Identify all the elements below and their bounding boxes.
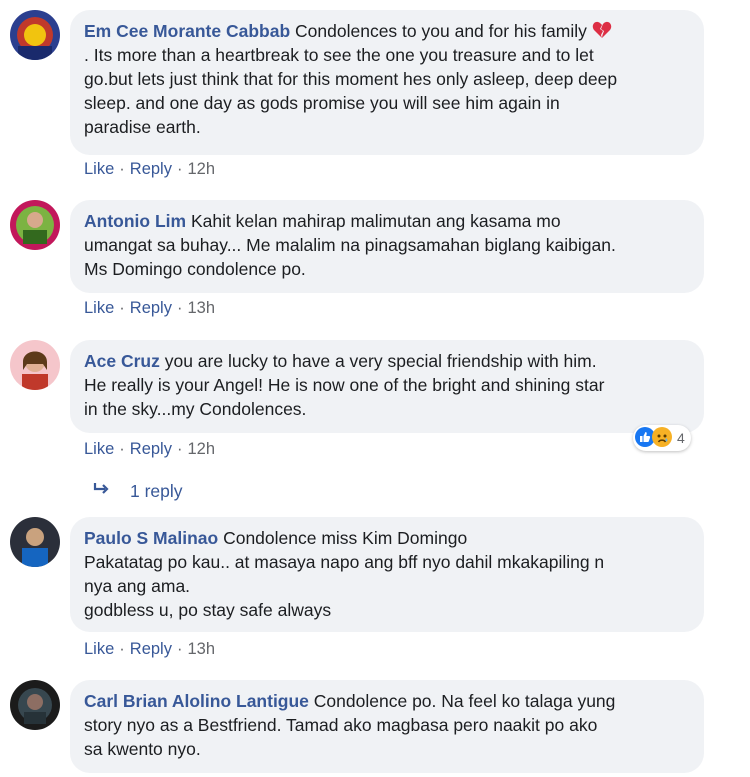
like-button[interactable]: Like [84,440,114,458]
comment-bubble: Carl Brian Alolino Lantigue Condolence p… [70,680,704,773]
like-button[interactable]: Like [84,640,114,658]
avatar[interactable] [10,200,60,250]
comment-bubble: Ace Cruz you are lucky to have a very sp… [70,340,704,433]
comment-bubble: Em Cee Morante Cabbab Condolences to you… [70,10,704,155]
replies-count-label: 1 reply [130,481,183,501]
comment-author[interactable]: Carl Brian Alolino Lantigue [84,691,309,711]
avatar[interactable] [10,340,60,390]
timestamp[interactable]: 13h [187,299,215,317]
comment-author[interactable]: Antonio Lim [84,211,186,231]
broken-heart-icon [592,21,612,41]
like-button[interactable]: Like [84,160,114,178]
view-replies-link[interactable]: 1 reply [92,481,183,502]
like-button[interactable]: Like [84,299,114,317]
comment-bubble: Antonio Lim Kahit kelan mahirap malimuta… [70,200,704,293]
comment-author[interactable]: Paulo S Malinao [84,528,218,548]
reply-arrow-icon [92,481,112,502]
comment-actions: Like · Reply · 12h [84,160,215,178]
reply-button[interactable]: Reply [130,299,172,317]
timestamp[interactable]: 13h [187,640,215,658]
comment-author[interactable]: Em Cee Morante Cabbab [84,21,290,41]
comment-actions: Like · Reply · 13h [84,299,215,317]
sad-reaction-icon [652,426,672,450]
reactions-summary[interactable]: 4 [633,425,691,451]
avatar[interactable] [10,680,60,730]
avatar[interactable] [10,517,60,567]
comment-author[interactable]: Ace Cruz [84,351,160,371]
reply-button[interactable]: Reply [130,640,172,658]
comment-actions: Like · Reply · 13h [84,640,215,658]
reply-button[interactable]: Reply [130,440,172,458]
reaction-count: 4 [677,430,685,446]
comment-bubble: Paulo S Malinao Condolence miss Kim Domi… [70,517,704,632]
reply-button[interactable]: Reply [130,160,172,178]
timestamp[interactable]: 12h [187,440,215,458]
timestamp[interactable]: 12h [187,160,215,178]
comment-actions: Like · Reply · 12h [84,440,215,458]
avatar[interactable] [10,10,60,60]
